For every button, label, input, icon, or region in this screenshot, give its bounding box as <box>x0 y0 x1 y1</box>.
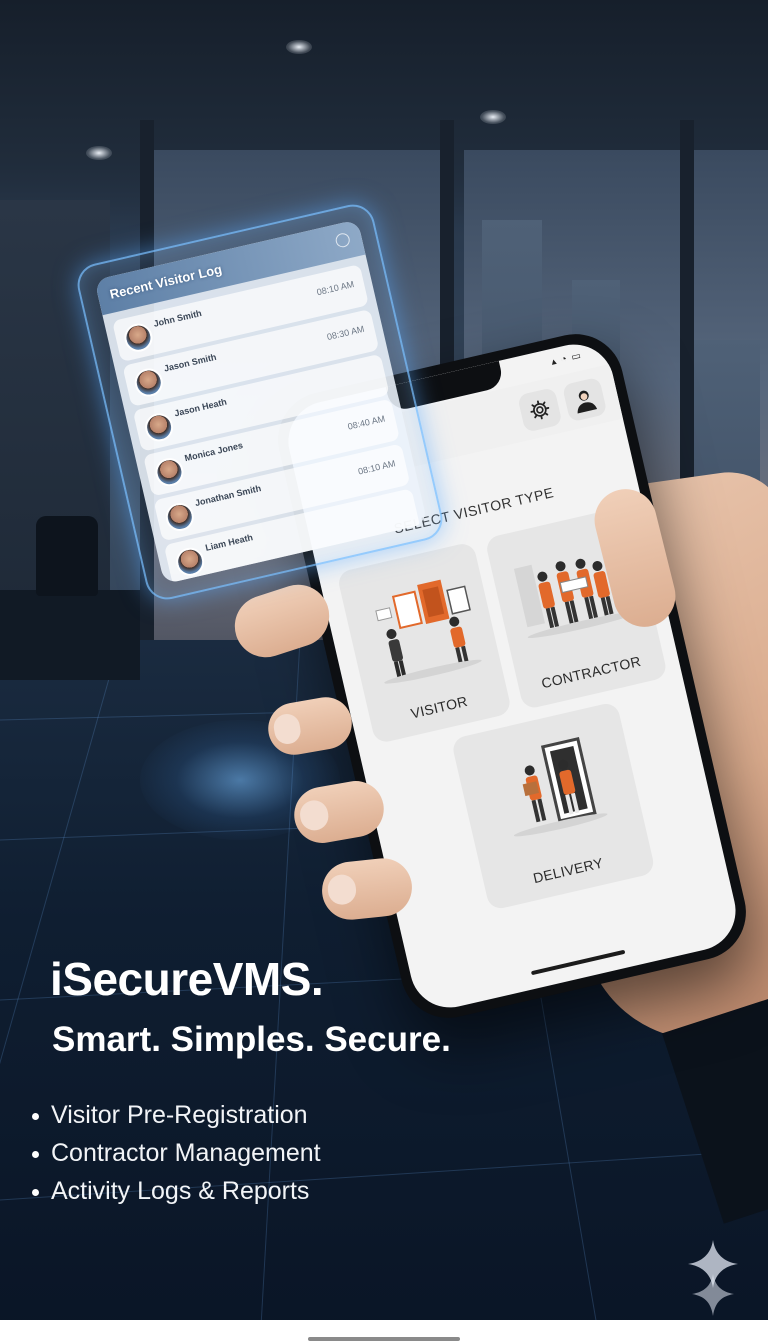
feature-item: Visitor Pre-Registration <box>32 1096 321 1134</box>
bullet-icon <box>32 1112 39 1120</box>
bullet-icon <box>32 1150 39 1158</box>
visitor-name: Monica Jones <box>183 440 244 464</box>
home-indicator[interactable] <box>530 949 626 976</box>
feature-item: Contractor Management <box>32 1134 321 1172</box>
visitor-name: John Smith <box>152 308 203 329</box>
feature-item: Activity Logs & Reports <box>32 1172 321 1210</box>
visitor-time: 08:10 AM <box>315 278 355 298</box>
bullet-icon <box>32 1188 39 1196</box>
visitor-type-card-visitor[interactable]: VISITOR <box>336 541 513 745</box>
visitor-name: Jason Smith <box>162 351 218 374</box>
avatar <box>163 500 197 534</box>
fingernail <box>297 798 331 833</box>
fingernail <box>271 711 303 747</box>
home-indicator[interactable] <box>308 1337 460 1341</box>
visitor-time: 08:30 AM <box>325 323 366 343</box>
brand-name: iSecureVMS. <box>50 953 324 1005</box>
visitor-name: Jonathan Smith <box>193 483 263 509</box>
feature-text: Activity Logs & Reports <box>51 1177 310 1205</box>
visitor-log-panel: Recent Visitor Log John Smith 08:10 AM J… <box>94 219 428 585</box>
gear-icon <box>530 400 550 420</box>
avatar <box>142 410 176 445</box>
ceiling-light <box>286 40 312 54</box>
visitor-name: Liam Heath <box>204 532 254 553</box>
avatar <box>152 455 187 489</box>
visitor-time: 08:40 AM <box>346 413 386 432</box>
avatar <box>173 545 207 579</box>
visitor-type-card-delivery[interactable]: DELIVERY <box>450 701 656 911</box>
user-avatar-icon <box>577 390 598 414</box>
feature-list: Visitor Pre-Registration Contractor Mana… <box>32 1096 321 1210</box>
fingernail <box>326 873 358 907</box>
desk <box>0 590 140 680</box>
tagline: Smart. Simples. Secure. <box>52 1020 451 1059</box>
avatar <box>131 365 166 400</box>
visitor-name: Jason Heath <box>173 396 228 419</box>
visitor-illustration <box>375 579 482 684</box>
status-bar-icons: ▴ ◔ ▭ <box>550 350 583 368</box>
sparkle-icon <box>688 1240 738 1316</box>
office-chair <box>36 516 98 596</box>
delivery-illustration <box>513 737 608 837</box>
ceiling-light <box>480 110 506 124</box>
ceiling-light <box>86 146 112 160</box>
visitor-time: 08:10 AM <box>357 458 397 477</box>
feature-text: Visitor Pre-Registration <box>51 1101 308 1129</box>
feature-text: Contractor Management <box>51 1139 321 1167</box>
avatar <box>121 320 156 355</box>
